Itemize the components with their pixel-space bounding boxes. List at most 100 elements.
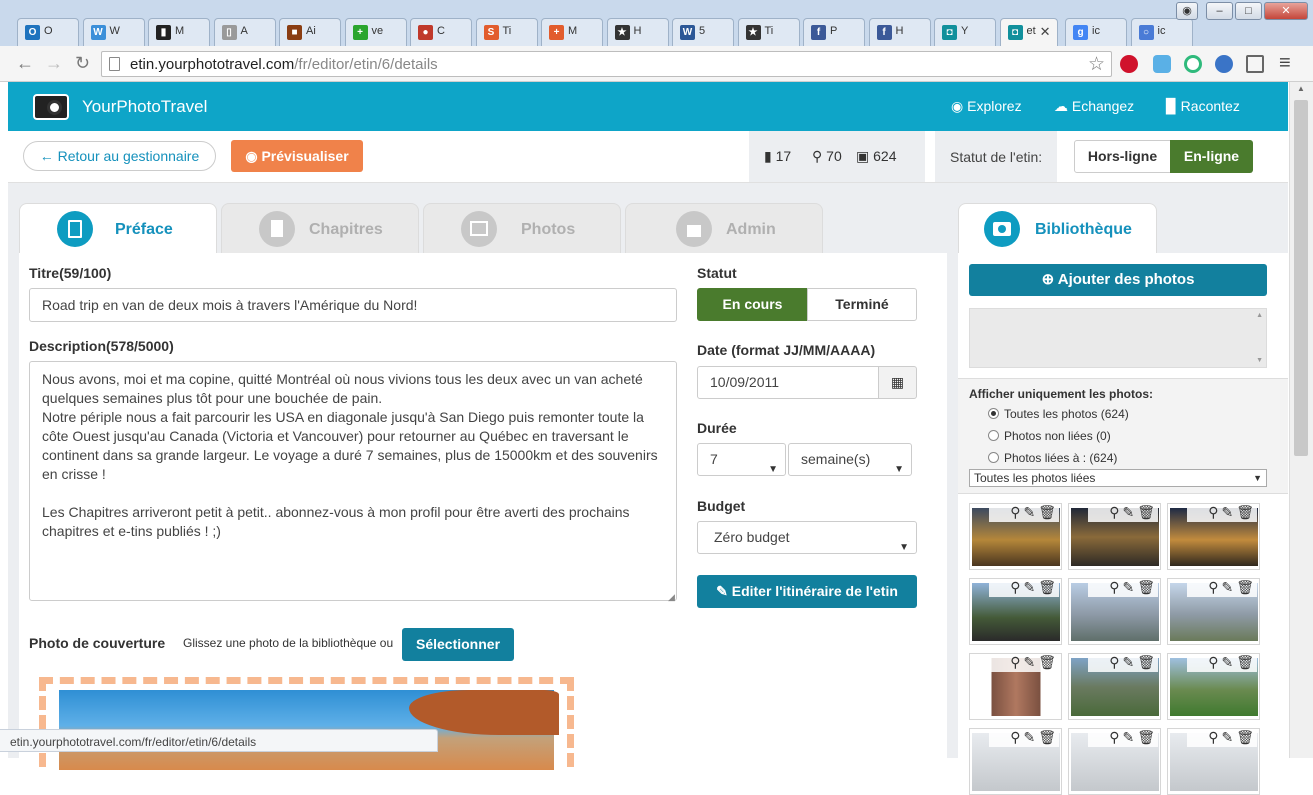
pencil-icon[interactable]: ✎ [1122,504,1137,520]
title-input[interactable]: Road trip en van de deux mois à travers … [29,288,677,322]
description-textarea[interactable]: Nous avons, moi et ma copine, quitté Mon… [29,361,677,601]
online-button[interactable]: En-ligne [1170,140,1253,173]
search-icon[interactable]: ⚲ [1010,654,1023,670]
trash-icon[interactable]: 🗑 [1137,654,1158,670]
cover-dropzone[interactable] [39,677,574,770]
adblock-icon[interactable] [1120,55,1138,73]
radio-button[interactable] [988,452,999,463]
scroll-up-icon[interactable]: ▲ [1256,312,1263,319]
trash-icon[interactable]: 🗑 [1236,654,1257,670]
photo-thumbnail[interactable]: ⚲✎🗑 [969,728,1062,795]
globe-extension-icon[interactable] [1215,55,1233,73]
pencil-icon[interactable]: ✎ [1023,654,1038,670]
filter-option[interactable]: Photos liées à : (624) [988,451,1117,465]
bookmark-star-icon[interactable]: ☆ [1088,53,1105,76]
browser-tab[interactable]: ◘ et ✕ [999,18,1058,47]
tab-photos[interactable]: Photos [423,203,621,254]
browser-tab[interactable]: ● C [410,18,472,46]
scrollbar-thumb[interactable] [1294,100,1308,456]
photo-thumbnail[interactable]: ⚲✎🗑 [1068,653,1161,720]
search-icon[interactable]: ⚲ [1208,729,1221,745]
logo-text[interactable]: YourPhotoTravel [82,97,207,117]
pencil-icon[interactable]: ✎ [1122,579,1137,595]
search-icon[interactable]: ⚲ [1208,654,1221,670]
ghost-extension-icon[interactable] [1153,55,1171,73]
browser-tab[interactable]: ▮ M [148,18,210,46]
preview-button[interactable]: ◉ Prévisualiser [231,140,363,172]
browser-tab[interactable]: fH [868,18,931,46]
trash-icon[interactable]: 🗑 [1236,504,1257,520]
trash-icon[interactable]: 🗑 [1038,504,1059,520]
browser-tab[interactable]: W5 [672,18,734,46]
close-tab-icon[interactable]: ✕ [1040,24,1051,40]
pencil-icon[interactable]: ✎ [1221,729,1236,745]
duration-unit-select[interactable]: semaine(s) ▼ [788,443,912,476]
search-icon[interactable]: ⚲ [1208,504,1221,520]
radio-button[interactable] [988,408,999,419]
reload-icon[interactable]: ↻ [75,53,90,74]
photo-thumbnail[interactable]: ⚲✎🗑 [1167,653,1260,720]
search-icon[interactable]: ⚲ [1109,579,1122,595]
trash-icon[interactable]: 🗑 [1137,579,1158,595]
filter-option[interactable]: Toutes les photos (624) [988,407,1129,421]
page-scrollbar[interactable]: ▲ [1289,82,1313,758]
browser-tab[interactable]: ▯ A [213,18,276,46]
status-done-button[interactable]: Terminé [807,288,917,321]
browser-tab[interactable]: ○ ic [1130,18,1193,46]
linked-photos-select[interactable]: Toutes les photos liées ▼ [969,469,1267,487]
add-photos-button[interactable]: ⊕ Ajouter des photos [969,264,1267,296]
trash-icon[interactable]: 🗑 [1038,729,1059,745]
browser-tab[interactable]: ■ Ai [279,18,341,46]
scroll-down-icon[interactable]: ▼ [1256,357,1263,364]
search-icon[interactable]: ⚲ [1208,579,1221,595]
pencil-icon[interactable]: ✎ [1023,504,1038,520]
photo-thumbnail[interactable]: ⚲✎🗑 [969,503,1062,570]
search-icon[interactable]: ⚲ [1010,504,1023,520]
photo-thumbnail[interactable]: ⚲✎🗑 [1068,503,1161,570]
trash-icon[interactable]: 🗑 [1038,579,1059,595]
pencil-icon[interactable]: ✎ [1221,504,1236,520]
minimize-button[interactable]: – [1206,2,1233,20]
browser-tab[interactable]: OO [17,18,79,46]
nav-explore[interactable]: ◉ Explorez [951,98,1022,115]
search-icon[interactable]: ⚲ [1010,729,1023,745]
browser-tab[interactable]: ★ H [606,18,669,46]
logo-camera-icon[interactable] [33,90,73,124]
user-icon[interactable]: ◉ [1176,2,1198,20]
tab-admin[interactable]: Admin [625,203,823,254]
forward-arrow-icon[interactable]: → [45,53,63,74]
calendar-icon[interactable]: ▦ [878,366,917,399]
photo-thumbnail[interactable]: ⚲✎🗑 [969,578,1062,645]
status-ongoing-button[interactable]: En cours [697,288,808,321]
pencil-icon[interactable]: ✎ [1221,654,1236,670]
browser-tab[interactable]: g ic [1065,18,1127,46]
menu-icon[interactable]: ≡ [1279,52,1291,75]
offline-button[interactable]: Hors-ligne [1074,140,1171,173]
photo-thumbnail[interactable]: ⚲✎🗑 [1167,503,1260,570]
browser-tab[interactable]: S Ti [475,18,538,46]
pencil-icon[interactable]: ✎ [1023,579,1038,595]
search-icon[interactable]: ⚲ [1109,654,1122,670]
photo-thumbnail[interactable]: ⚲✎🗑 [969,653,1062,720]
pencil-icon[interactable]: ✎ [1221,579,1236,595]
cast-icon[interactable] [1246,55,1264,73]
duration-select[interactable]: 7 ▼ [697,443,786,476]
photo-thumbnail[interactable]: ⚲✎🗑 [1167,578,1260,645]
nav-tell[interactable]: ▉ Racontez [1166,98,1240,115]
trash-icon[interactable]: 🗑 [1236,579,1257,595]
browser-tab[interactable]: WW [82,18,145,46]
browser-tab[interactable]: ★ Ti [737,18,800,46]
trash-icon[interactable]: 🗑 [1236,729,1257,745]
nav-exchange[interactable]: ☁ Echangez [1054,98,1134,115]
trash-icon[interactable]: 🗑 [1137,729,1158,745]
search-icon[interactable]: ⚲ [1109,504,1122,520]
date-input[interactable]: 10/09/2011 [697,366,879,399]
filter-option[interactable]: Photos non liées (0) [988,429,1111,443]
browser-tab[interactable]: ◘ Y [934,18,996,46]
url-field[interactable]: etin.yourphototravel.com/fr/editor/etin/… [101,51,1112,77]
pencil-icon[interactable]: ✎ [1023,729,1038,745]
pencil-icon[interactable]: ✎ [1122,654,1137,670]
upload-area[interactable]: ▲ ▼ [969,308,1267,368]
browser-tab[interactable]: fP [803,18,865,46]
resize-handle-icon[interactable]: ◢ [668,592,675,603]
